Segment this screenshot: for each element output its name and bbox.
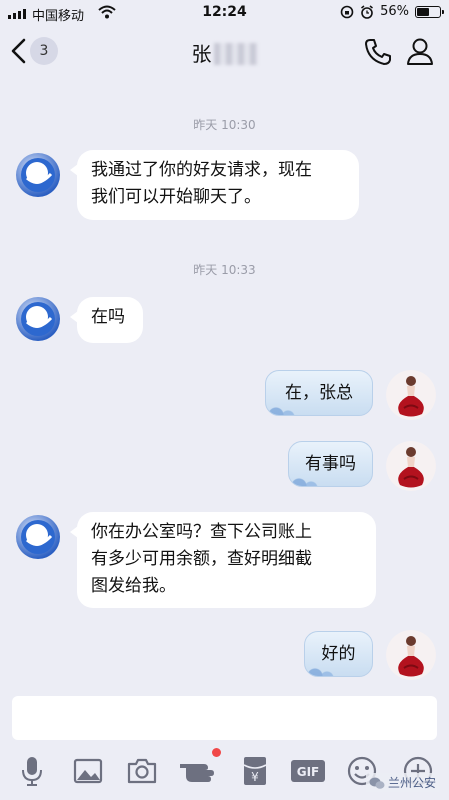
message-line: 有事吗 xyxy=(305,454,356,474)
image-icon[interactable] xyxy=(71,754,105,788)
microphone-icon[interactable] xyxy=(15,754,49,788)
red-packet-label: ¥ xyxy=(251,770,259,784)
message-input[interactable] xyxy=(12,696,437,740)
poke-icon[interactable] xyxy=(178,754,218,788)
contact-avatar[interactable] xyxy=(15,514,61,560)
message-line: 在吗 xyxy=(91,307,125,327)
battery-percent: 56% xyxy=(380,4,409,19)
phone-icon[interactable] xyxy=(362,36,394,68)
message-line: 在，张总 xyxy=(285,383,353,403)
red-packet-icon[interactable]: ¥ xyxy=(238,754,272,788)
watermark: 兰州公安 xyxy=(366,773,440,792)
chat-header: 3 张 xyxy=(0,26,449,80)
blurred-name-mask xyxy=(213,43,258,65)
gif-label: GIF xyxy=(297,765,320,779)
user-avatar[interactable] xyxy=(386,630,436,680)
notification-dot xyxy=(212,748,221,757)
contact-name: 张 xyxy=(191,42,212,66)
contact-avatar[interactable] xyxy=(15,152,61,198)
alarm-icon xyxy=(361,4,374,19)
message-bubble-received[interactable]: 在吗 xyxy=(70,297,143,343)
message-bubble-sent[interactable]: 好的 xyxy=(304,631,373,677)
timestamp: 昨天 10:30 xyxy=(193,118,256,132)
message-line: 有多少可用余额，查好明细截 xyxy=(91,549,312,569)
message-bubble-sent[interactable]: 有事吗 xyxy=(288,441,373,487)
person-icon[interactable] xyxy=(404,35,436,67)
message-line: 你在办公室吗？查下公司账上 xyxy=(91,522,312,542)
watermark-text: 兰州公安 xyxy=(388,776,437,790)
wechat-logo-icon xyxy=(369,777,385,789)
message-bubble-received[interactable]: 你在办公室吗？查下公司账上 有多少可用余额，查好明细截 图发给我。 xyxy=(70,512,376,608)
contact-avatar[interactable] xyxy=(15,296,61,342)
user-avatar[interactable] xyxy=(386,370,436,420)
message-line: 好的 xyxy=(321,644,356,664)
gif-icon[interactable]: GIF xyxy=(289,754,327,788)
battery-icon xyxy=(415,5,444,18)
status-bar: 中国移动 12:24 56% xyxy=(0,0,449,26)
message-line: 图发给我。 xyxy=(91,576,176,596)
rotation-lock-icon xyxy=(340,5,354,18)
message-bubble-sent[interactable]: 在，张总 xyxy=(265,370,373,416)
message-line: 我们可以开始聊天了。 xyxy=(91,187,261,207)
status-right: 56% xyxy=(340,4,444,19)
message-bubble-received[interactable]: 我通过了你的好友请求，现在 我们可以开始聊天了。 xyxy=(70,150,359,220)
camera-icon[interactable] xyxy=(125,754,159,788)
timestamp: 昨天 10:33 xyxy=(193,263,256,277)
message-line: 我通过了你的好友请求，现在 xyxy=(91,160,312,180)
user-avatar[interactable] xyxy=(386,441,436,491)
